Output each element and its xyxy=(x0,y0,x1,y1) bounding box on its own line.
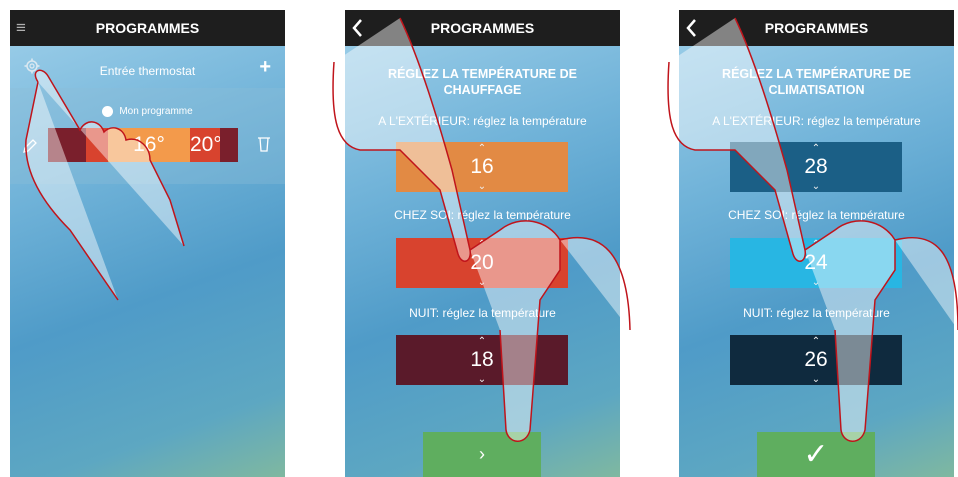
heading: RÉGLEZ LA TEMPÉRATURE DE CLIMATISATION xyxy=(722,67,911,97)
screen-cooling-setup: PROGRAMMES RÉGLEZ LA TEMPÉRATURE DE CLIM… xyxy=(679,10,954,477)
heading: RÉGLEZ LA TEMPÉRATURE DE CHAUFFAGE xyxy=(388,67,577,97)
chevron-up-icon[interactable]: ⌃ xyxy=(730,143,902,154)
chevron-up-icon[interactable]: ⌃ xyxy=(396,239,568,250)
screen-programmes-list: ≡ PROGRAMMES Entrée thermostat + Mon pro… xyxy=(10,10,285,477)
trash-icon[interactable] xyxy=(257,136,271,152)
night-temp-value: 18 xyxy=(470,348,494,371)
top-bar: ≡ PROGRAMMES xyxy=(10,10,285,46)
home-temp-value: 24 xyxy=(804,251,828,274)
home-temp-value: 20 xyxy=(470,251,494,274)
home-label: CHEZ SOI: réglez la température xyxy=(394,208,571,222)
screen-heating-setup: PROGRAMMES RÉGLEZ LA TEMPÉRATURE DE CHAU… xyxy=(345,10,620,477)
chevron-up-icon[interactable]: ⌃ xyxy=(730,239,902,250)
segment-home-a xyxy=(86,128,108,162)
outside-label: A L'EXTÉRIEUR: réglez la température xyxy=(378,114,587,128)
chevron-down-icon[interactable]: ⌄ xyxy=(730,277,902,288)
page-title: PROGRAMMES xyxy=(430,20,535,36)
chevron-down-icon[interactable]: ⌄ xyxy=(396,374,568,385)
top-bar: PROGRAMMES xyxy=(345,10,620,46)
program-radio[interactable]: Mon programme xyxy=(10,106,285,117)
page-title: PROGRAMMES xyxy=(95,20,200,36)
outside-temp-stepper[interactable]: ⌃ 28 ⌄ xyxy=(730,142,902,192)
thermostat-label: Entrée thermostat xyxy=(99,64,196,78)
chevron-up-icon[interactable]: ⌃ xyxy=(396,143,568,154)
chevron-down-icon[interactable]: ⌄ xyxy=(730,181,902,192)
page-title: PROGRAMMES xyxy=(764,20,869,36)
temperature-bar[interactable]: 16° 20° xyxy=(48,128,238,162)
chevron-up-icon[interactable]: ⌃ xyxy=(396,336,568,347)
night-label: NUIT: réglez la température xyxy=(409,306,556,320)
segment-night xyxy=(48,128,86,162)
night-temp-stepper[interactable]: ⌃ 18 ⌄ xyxy=(396,335,568,385)
pencil-icon[interactable] xyxy=(22,138,38,154)
top-bar: PROGRAMMES xyxy=(679,10,954,46)
home-temp-stepper[interactable]: ⌃ 24 ⌄ xyxy=(730,238,902,288)
night-temp-value: 26 xyxy=(804,348,828,371)
night-temp-stepper[interactable]: ⌃ 26 ⌄ xyxy=(730,335,902,385)
night-label: NUIT: réglez la température xyxy=(743,306,890,320)
chevron-down-icon[interactable]: ⌄ xyxy=(396,181,568,192)
segment-home: 20° xyxy=(190,128,222,162)
radio-dot-icon xyxy=(102,106,114,117)
chevron-down-icon[interactable]: ⌄ xyxy=(396,277,568,288)
outside-temp-stepper[interactable]: ⌃ 16 ⌄ xyxy=(396,142,568,192)
outside-temp-value: 28 xyxy=(804,155,828,178)
segment-night-b xyxy=(220,128,238,162)
chevron-up-icon[interactable]: ⌃ xyxy=(730,336,902,347)
segment-outside: 16° xyxy=(108,128,190,162)
outside-temp-value: 16 xyxy=(470,155,494,178)
chevron-down-icon[interactable]: ⌄ xyxy=(730,374,902,385)
home-temp-stepper[interactable]: ⌃ 20 ⌄ xyxy=(396,238,568,288)
confirm-button[interactable]: ✓ xyxy=(757,432,875,477)
add-button[interactable]: + xyxy=(259,56,271,79)
next-button[interactable]: › xyxy=(423,432,541,477)
program-name: Mon programme xyxy=(119,106,193,118)
home-label: CHEZ SOI: réglez la température xyxy=(728,208,905,222)
outside-label: A L'EXTÉRIEUR: réglez la température xyxy=(712,114,921,128)
